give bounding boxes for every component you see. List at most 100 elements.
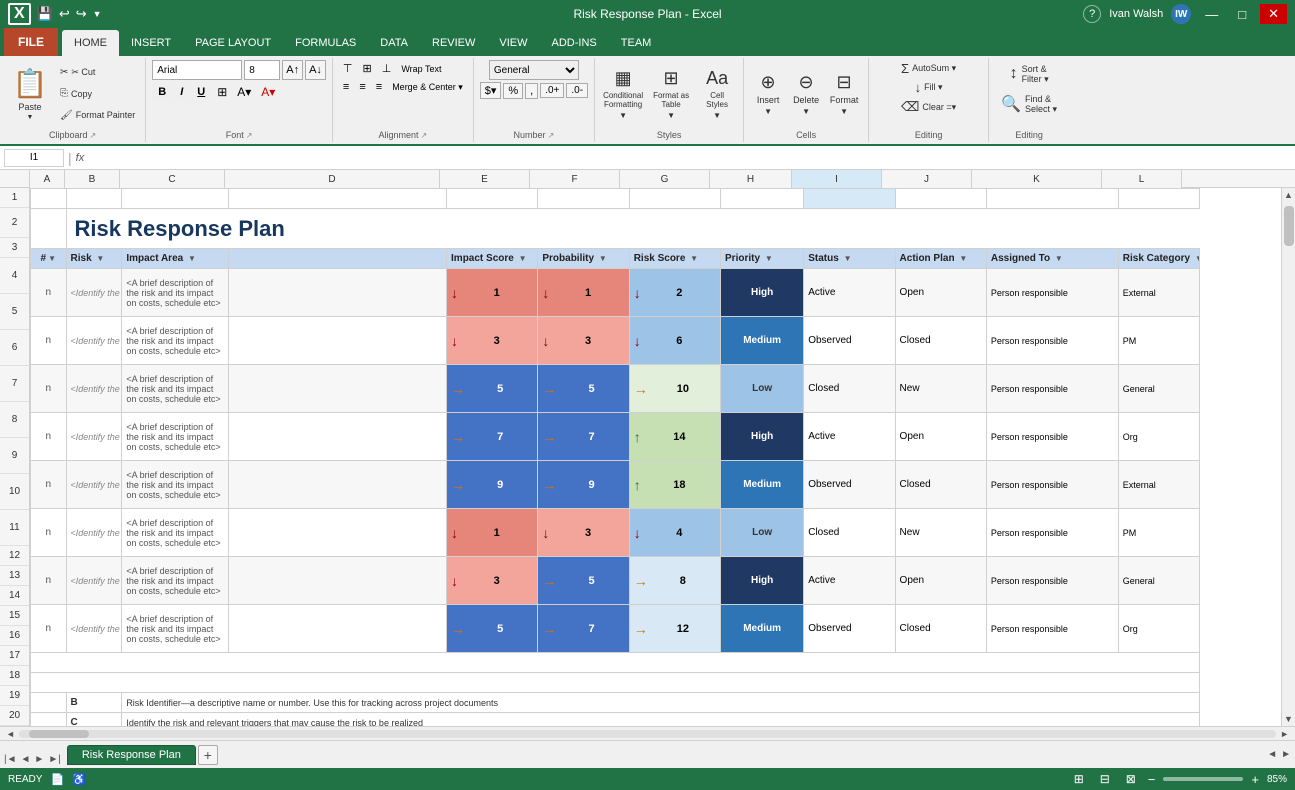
tab-addins[interactable]: ADD-INS [540,30,609,56]
number-expand-icon[interactable]: ↗ [548,131,555,140]
cell-4-status[interactable]: Active [804,269,895,317]
quick-undo-btn[interactable]: ↩ [59,6,70,22]
cell-6-impact-score[interactable]: → 5 [447,365,538,413]
cell-5-probability[interactable]: ↓ 3 [538,317,629,365]
align-middle-btn[interactable]: ⊞ [359,60,376,77]
col-header-A[interactable]: A [30,170,65,188]
clipboard-expand-icon[interactable]: ↗ [90,131,97,140]
cell-8-risk[interactable]: <Identify the risk> [66,461,122,509]
tab-view[interactable]: VIEW [487,30,539,56]
cell-6-status[interactable]: Closed [804,365,895,413]
quick-save-btn[interactable]: 💾 [37,6,53,22]
cell-8-assigned[interactable]: Person responsible [986,461,1118,509]
sort-filter-button[interactable]: ↕ Sort &Filter ▾ [1006,60,1053,88]
cell-10-d[interactable] [228,557,446,605]
cell-6-category[interactable]: General [1118,365,1199,413]
sheet-nav-first[interactable]: |◄ [4,754,17,765]
cell-8-impact-area[interactable]: <A brief description of the risk and its… [122,461,229,509]
active-sheet-tab[interactable]: Risk Response Plan [67,745,196,765]
zoom-percentage[interactable]: 85% [1267,774,1287,785]
cell-12[interactable] [31,653,1200,673]
fill-color-btn[interactable]: A▾ [233,83,255,101]
cell-6-assigned[interactable]: Person responsible [986,365,1118,413]
cell-7-hash[interactable]: n [31,413,67,461]
cell-10-priority[interactable]: High [721,557,804,605]
cell-5-impact-score[interactable]: ↓ 3 [447,317,538,365]
cell-10-impact-score[interactable]: ↓ 3 [447,557,538,605]
cell-7-status[interactable]: Active [804,413,895,461]
cell-10-probability[interactable]: → 5 [538,557,629,605]
font-increase-btn[interactable]: A↑ [282,60,303,80]
cell-10-assigned[interactable]: Person responsible [986,557,1118,605]
cell-A2[interactable] [31,209,67,249]
cell-8-probability[interactable]: → 9 [538,461,629,509]
cell-4-probability[interactable]: ↓ 1 [538,269,629,317]
cell-11-category[interactable]: Org [1118,605,1199,653]
header-risk[interactable]: Risk ▼ [66,249,122,269]
dec-decrease-btn[interactable]: .0- [566,83,588,98]
cell-11-risk[interactable]: <Identify the risk> [66,605,122,653]
cell-D1[interactable] [228,189,446,209]
cell-K1[interactable] [986,189,1118,209]
cell-14-b[interactable]: B [66,693,122,713]
cell-10-risk[interactable]: <Identify the risk> [66,557,122,605]
cell-4-risk-score[interactable]: ↓ 2 [629,269,720,317]
cell-11-status[interactable]: Observed [804,605,895,653]
cell-6-hash[interactable]: n [31,365,67,413]
sheet-nav-last[interactable]: ►| [48,754,61,765]
percent-btn[interactable]: % [503,83,523,99]
col-header-I[interactable]: I [792,170,882,188]
h-scroll-right[interactable]: ► [1276,729,1293,739]
cell-7-risk-score[interactable]: ↑ 14 [629,413,720,461]
cell-15-a[interactable] [31,713,67,727]
cell-8-priority[interactable]: Medium [721,461,804,509]
close-btn[interactable]: ✕ [1260,4,1287,24]
header-risk-score[interactable]: Risk Score ▼ [629,249,720,269]
alignment-expand-icon[interactable]: ↗ [420,131,427,140]
italic-button[interactable]: I [174,82,189,102]
align-bottom-btn[interactable]: ⊥ [378,60,396,77]
cell-7-assigned[interactable]: Person responsible [986,413,1118,461]
cell-4-priority[interactable]: High [721,269,804,317]
col-header-F[interactable]: F [530,170,620,188]
quick-access-dropdown[interactable]: ▼ [93,9,102,19]
header-hash[interactable]: #▼ [31,249,67,269]
col-header-G[interactable]: G [620,170,710,188]
scroll-thumb[interactable] [1284,206,1294,246]
cell-7-d[interactable] [228,413,446,461]
cell-5-hash[interactable]: n [31,317,67,365]
cell-11-assigned[interactable]: Person responsible [986,605,1118,653]
cell-4-assigned[interactable]: Person responsible [986,269,1118,317]
cell-reference-box[interactable] [4,149,64,167]
cell-styles-dropdown[interactable]: ▼ [713,111,721,120]
cell-9-category[interactable]: PM [1118,509,1199,557]
cell-8-hash[interactable]: n [31,461,67,509]
cell-9-assigned[interactable]: Person responsible [986,509,1118,557]
cut-button[interactable]: ✂✂ Cut [56,66,139,79]
col-header-C[interactable]: C [120,170,225,188]
cell-A1[interactable] [31,189,67,209]
cell-8-action[interactable]: Closed [895,461,986,509]
formula-input[interactable] [88,152,1291,164]
delete-button[interactable]: ⊖ Delete ▼ [788,66,824,122]
vertical-scrollbar[interactable]: ▲ ▼ [1281,188,1295,726]
cell-6-priority[interactable]: Low [721,365,804,413]
format-as-table-button[interactable]: ⊞ Format as Table ▼ [649,66,693,122]
file-tab[interactable]: FILE [4,28,58,56]
cell-H1[interactable] [721,189,804,209]
cell-4-risk[interactable]: <Identify the risk> [66,269,122,317]
col-header-H[interactable]: H [710,170,792,188]
align-top-btn[interactable]: ⊤ [339,60,357,77]
maximize-btn[interactable]: □ [1232,5,1252,24]
header-action-plan[interactable]: Action Plan ▼ [895,249,986,269]
cell-7-impact-area[interactable]: <A brief description of the risk and its… [122,413,229,461]
tab-home[interactable]: HOME [62,30,119,56]
cell-8-impact-score[interactable]: → 9 [447,461,538,509]
cell-9-impact-area[interactable]: <A brief description of the risk and its… [122,509,229,557]
zoom-in-btn[interactable]: + [1251,772,1259,787]
cell-C1[interactable] [122,189,229,209]
bold-button[interactable]: B [152,82,172,102]
cell-9-risk-score[interactable]: ↓ 4 [629,509,720,557]
fmt-table-dropdown[interactable]: ▼ [667,111,675,120]
cell-9-action[interactable]: New [895,509,986,557]
